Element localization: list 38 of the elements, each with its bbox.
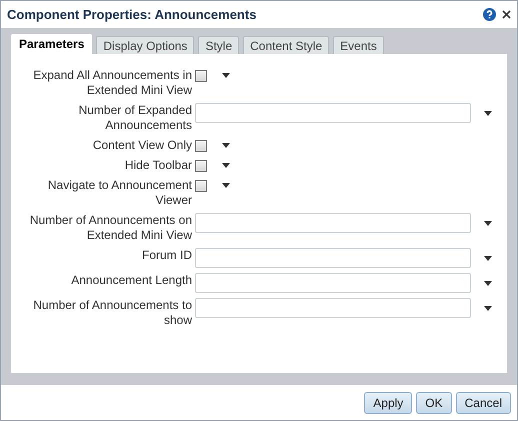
field-label: Expand All Announcements in Extended Mini View [32,68,193,98]
dropdown-caret-icon[interactable] [222,163,230,168]
dialog-button[interactable]: Apply [364,392,412,414]
field-label: Number of Announcements on Extended Mini View [28,213,193,243]
dropdown-caret-icon[interactable] [222,143,230,148]
tab[interactable]: Parameters [11,34,92,54]
tab[interactable]: Display Options [96,36,194,54]
checkbox[interactable] [195,70,207,82]
window-title: Component Properties: Announcements [7,6,256,24]
dropdown-caret-icon[interactable] [222,73,230,78]
dropdown-caret-icon[interactable] [484,306,492,310]
text-field[interactable] [195,298,471,318]
field-label: Number of Announcements to show [32,298,193,328]
dialog-button[interactable]: OK [416,392,452,414]
text-field[interactable] [195,103,471,123]
text-field[interactable] [195,248,471,268]
dropdown-caret-icon[interactable] [484,280,492,286]
field-label: Navigate to Announcement Viewer [46,178,193,208]
field-label: Number of Expanded Announcements [78,103,193,133]
text-field[interactable] [195,273,471,293]
dropdown-caret-icon[interactable] [222,183,230,188]
checkbox[interactable] [195,180,207,192]
help-icon[interactable] [483,8,496,21]
dialog-button[interactable]: Cancel [456,392,511,414]
checkbox[interactable] [195,160,207,172]
close-icon[interactable] [502,10,511,19]
field-label: Announcement Length [70,273,193,288]
dropdown-caret-icon[interactable] [484,256,492,260]
checkbox[interactable] [195,140,207,152]
tab[interactable]: Events [333,36,384,54]
field-label: Content View Only [92,138,193,153]
text-field[interactable] [195,213,471,233]
tab[interactable]: Style [198,36,240,54]
dropdown-caret-icon[interactable] [484,110,492,116]
tab[interactable]: Content Style [243,36,330,54]
dropdown-caret-icon[interactable] [484,220,492,226]
field-label: Forum ID [140,248,193,263]
field-label: Hide Toolbar [124,158,193,173]
